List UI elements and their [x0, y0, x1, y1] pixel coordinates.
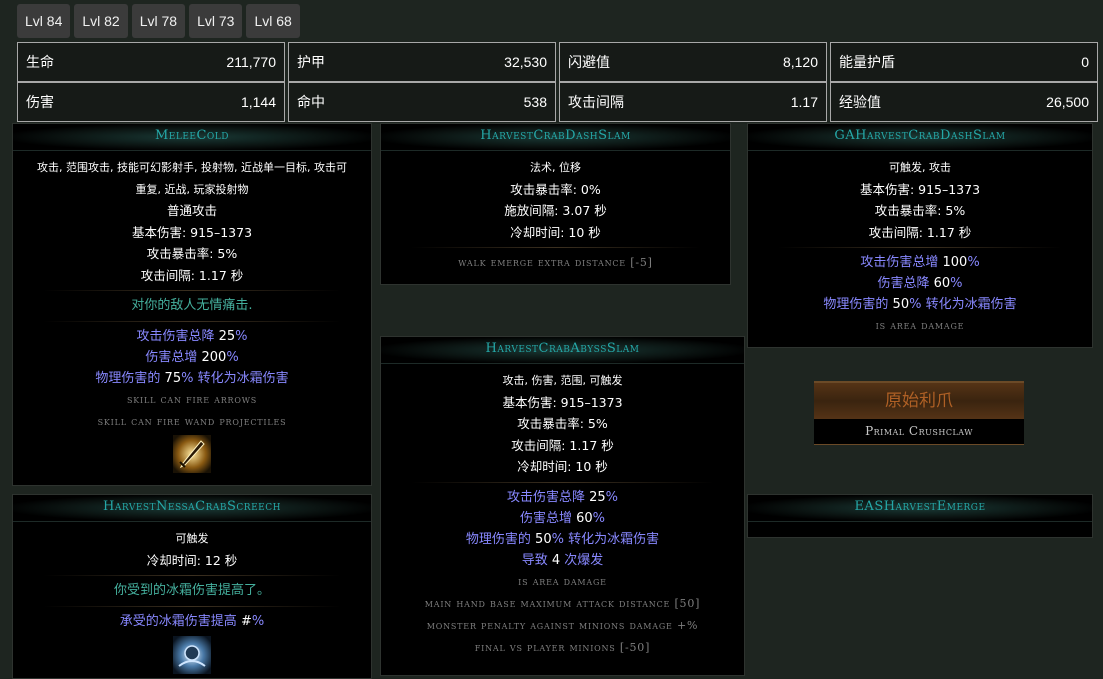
mod-line: 物理伤害的 50% 转化为冰霜伤害 [823, 297, 1017, 312]
flavour-text: 对你的敌人无情痛击. [131, 298, 253, 313]
stat-line: walk emerge extra distance [-5] [458, 256, 653, 269]
mod-line: 攻击伤害总降 25% [136, 329, 248, 344]
separator [411, 481, 714, 483]
unique-item-name: 原始利爪 [814, 381, 1024, 419]
skill-title: HarvestCrabAbyssSlam [381, 337, 744, 364]
mod-line: 物理伤害的 75% 转化为冰霜伤害 [95, 371, 289, 386]
mod-line: 承受的冰霜伤害提高 #% [119, 614, 265, 629]
separator [43, 321, 341, 322]
tab-lvl-84[interactable]: Lvl 84 [17, 4, 71, 38]
skill-tags: 可触发, 攻击 [889, 161, 951, 174]
tab-lvl-82[interactable]: Lvl 82 [74, 4, 128, 38]
stat-line: is area damage [518, 574, 607, 588]
skill-title: MeleeCold [13, 124, 371, 151]
stat-line: main hand base maximum attack distance [… [424, 596, 701, 610]
mod-line: 导致 4 次爆发 [521, 552, 604, 568]
separator [43, 290, 341, 291]
separator [43, 606, 341, 607]
skill-card-eas-emerge: EASHarvestEmerge [747, 494, 1093, 538]
screech-skill-icon [173, 636, 211, 674]
stat-value: 211,770 [226, 54, 276, 70]
stat-damage: 伤害 1,144 [17, 82, 285, 122]
stat-evasion: 闪避值 8,120 [559, 42, 827, 82]
stat-line: is area damage [875, 319, 965, 332]
stat-label: 闪避值 [568, 54, 610, 70]
skill-tags: 法术, 位移 [530, 161, 581, 174]
stat-label: 经验值 [839, 94, 881, 110]
skill-tags: 可触发 [175, 532, 209, 545]
skill-card-nessa-screech: HarvestNessaCrabScreech 可触发 冷却时间: 12 秒 你… [12, 494, 372, 679]
stat-line: final vs player minions [-50] [474, 640, 651, 654]
mod-line: 伤害总增 60% [519, 510, 606, 526]
monster-stats-grid: 生命 211,770 护甲 32,530 闪避值 8,120 能量护盾 0 伤害 1,14… [17, 42, 1098, 122]
skill-title: EASHarvestEmerge [748, 495, 1092, 522]
sword-skill-icon [173, 435, 211, 473]
stat-value: 1.17 [790, 94, 818, 110]
skill-card-abyss-slam: HarvestCrabAbyssSlam 攻击, 伤害, 范围, 可触发 基本伤… [380, 336, 745, 676]
cooldown: 冷却时间: 12 秒 [146, 552, 238, 568]
crit-chance: 攻击暴击率: 5% [146, 246, 238, 261]
skill-card-melee-cold: MeleeCold 攻击, 范围攻击, 技能可幻影射手, 投射物, 近战单一目标… [12, 123, 372, 486]
skill-tags: 重复, 近战, 玩家投射物 [135, 182, 249, 196]
mod-line: 物理伤害的 50% 转化为冰霜伤害 [465, 531, 660, 547]
base-damage: 基本伤害: 915–1373 [859, 181, 981, 197]
skill-title: GAHarvestCrabDashSlam [748, 124, 1092, 151]
stat-label: 攻击间隔 [568, 94, 624, 110]
stat-value: 0 [1081, 54, 1089, 70]
stat-line: skill can fire wand projectiles [97, 415, 287, 428]
separator [411, 247, 700, 248]
stat-label: 命中 [297, 94, 325, 110]
base-damage: 基本伤害: 915–1373 [131, 224, 253, 240]
stat-accuracy: 命中 538 [288, 82, 556, 122]
attack-time: 攻击间隔: 1.17 秒 [140, 267, 244, 283]
cooldown: 冷却时间: 10 秒 [510, 224, 601, 240]
stat-line: monster penalty against minions damage +… [426, 618, 699, 632]
stat-value: 26,500 [1046, 94, 1089, 110]
stat-value: 1,144 [240, 94, 276, 110]
stat-attack-time: 攻击间隔 1.17 [559, 82, 827, 122]
stat-energy-shield: 能量护盾 0 [830, 42, 1098, 82]
mod-line: 伤害总降 60% [877, 276, 963, 291]
skill-tags: 攻击, 范围攻击, 技能可幻影射手, 投射物, 近战单一目标, 攻击可 [37, 161, 347, 174]
separator [778, 247, 1062, 248]
skill-type: 普通攻击 [166, 203, 217, 218]
skill-title: HarvestCrabDashSlam [381, 124, 730, 151]
tab-lvl-78[interactable]: Lvl 78 [131, 4, 186, 38]
crit-chance: 攻击暴击率: 5% [517, 416, 608, 431]
attack-time: 攻击间隔: 1.17 秒 [868, 224, 972, 240]
stat-life: 生命 211,770 [17, 42, 285, 82]
stat-value: 538 [523, 94, 547, 110]
tab-lvl-68[interactable]: Lvl 68 [246, 4, 300, 38]
crit-chance: 攻击暴击率: 0% [510, 181, 601, 197]
separator [43, 575, 341, 576]
crit-chance: 攻击暴击率: 5% [874, 203, 966, 218]
skill-tags: 攻击, 伤害, 范围, 可触发 [502, 374, 623, 387]
mod-line: 攻击伤害总增 100% [860, 255, 980, 270]
cast-time: 施放间隔: 3.07 秒 [504, 203, 607, 218]
stat-label: 生命 [26, 54, 54, 70]
mod-line: 攻击伤害总降 25% [506, 489, 619, 505]
level-tabs: Lvl 84 Lvl 82 Lvl 78 Lvl 73 Lvl 68 [17, 4, 300, 38]
cooldown: 冷却时间: 10 秒 [517, 459, 608, 474]
stat-value: 32,530 [504, 54, 547, 70]
stat-label: 伤害 [26, 94, 54, 110]
stat-line: skill can fire arrows [126, 393, 258, 406]
stat-label: 能量护盾 [839, 54, 895, 70]
attack-time: 攻击间隔: 1.17 秒 [511, 437, 614, 453]
unique-item-header[interactable]: 原始利爪 Primal Crushclaw [814, 381, 1024, 445]
mod-line: 伤害总增 200% [145, 350, 239, 365]
tab-lvl-73[interactable]: Lvl 73 [189, 4, 243, 38]
base-damage: 基本伤害: 915–1373 [502, 394, 623, 410]
stat-value: 8,120 [782, 54, 818, 70]
stat-experience: 经验值 26,500 [830, 82, 1098, 122]
flavour-text: 你受到的冰霜伤害提高了。 [113, 583, 270, 598]
unique-item-base: Primal Crushclaw [814, 419, 1024, 445]
stat-armour: 护甲 32,530 [288, 42, 556, 82]
skill-card-ga-dash-slam: GAHarvestCrabDashSlam 可触发, 攻击 基本伤害: 915–… [747, 123, 1093, 348]
skill-title: HarvestNessaCrabScreech [13, 495, 371, 522]
stat-label: 护甲 [297, 54, 325, 70]
skill-card-dash-slam: HarvestCrabDashSlam 法术, 位移 攻击暴击率: 0% 施放间… [380, 123, 731, 285]
